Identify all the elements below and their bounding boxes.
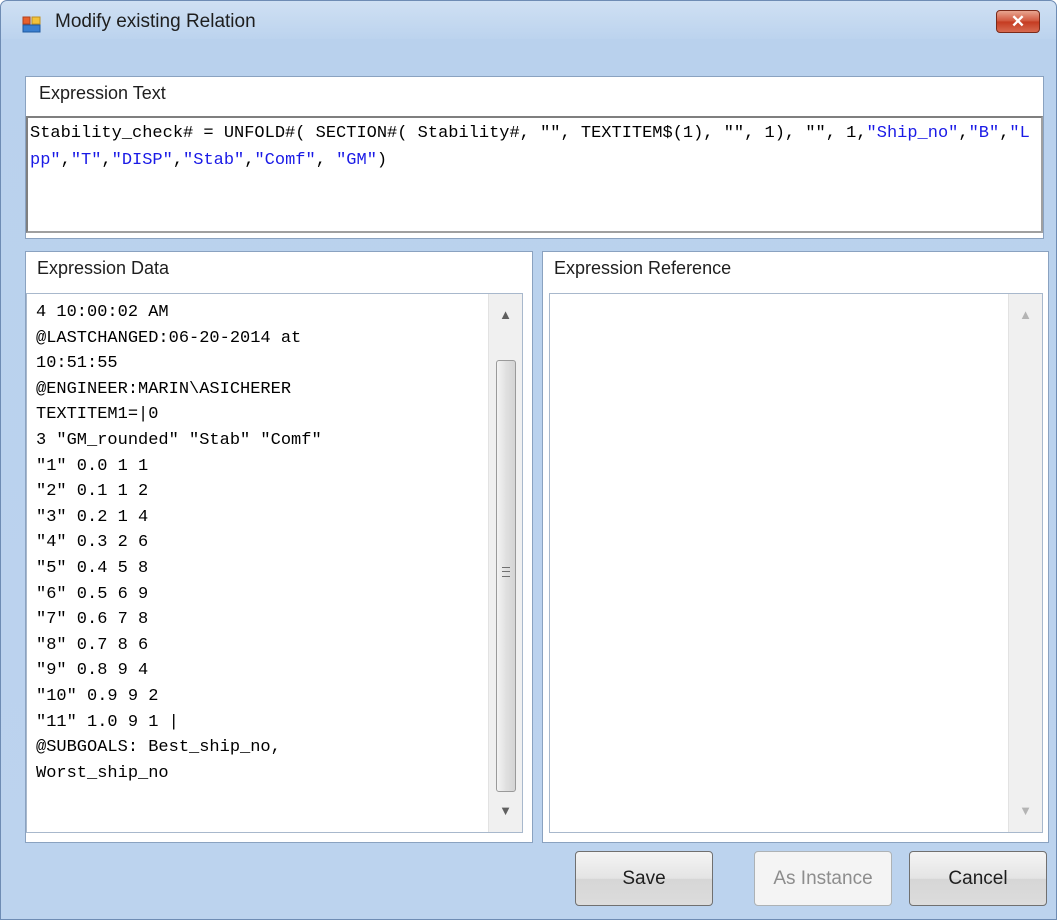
expression-data-scrollbar[interactable]: ▲ ▼	[488, 294, 522, 832]
scroll-up-arrow-icon: ▲	[1019, 307, 1032, 322]
cancel-button[interactable]: Cancel	[909, 851, 1047, 906]
expression-string-literal: "DISP"	[111, 151, 173, 170]
expression-data-line: "3" 0.2 1 4	[36, 507, 149, 527]
scroll-thumb[interactable]	[496, 360, 516, 792]
grip-icon	[502, 567, 510, 577]
expression-text-label: Expression Text	[39, 83, 166, 103]
expression-text-input[interactable]: Stability_check# = UNFOLD#( SECTION#( St…	[26, 116, 1043, 233]
expression-code-segment: ,	[244, 151, 255, 170]
expression-data-line: "4" 0.3 2 6	[36, 533, 149, 553]
expression-code-segment: Stability_check# = UNFOLD#( SECTION#( St…	[30, 124, 867, 143]
expression-data-line: 3 "GM_rounded" "Stab" "Comf"	[36, 430, 322, 450]
expression-data-content: 4 10:00:02 AM @LASTCHANGED:06-20-2014 at 1…	[36, 300, 496, 786]
expression-data-textbox[interactable]: 4 10:00:02 AM @LASTCHANGED:06-20-2014 at 1…	[26, 293, 523, 833]
scroll-down-arrow-icon[interactable]: ▼	[489, 796, 522, 826]
expression-data-line: TEXTITEM1=|0	[36, 405, 159, 425]
as-instance-button[interactable]: As Instance	[754, 851, 892, 906]
expression-code-segment: ,	[172, 151, 184, 170]
expression-string-literal: "T"	[70, 151, 102, 170]
expression-code-segment: ,	[999, 124, 1010, 143]
expression-data-line: "2" 0.1 1 2	[36, 482, 149, 502]
expression-code-segment: ,	[315, 151, 337, 170]
expression-data-line: @ENGINEER:MARIN\ASICHERER	[36, 379, 292, 399]
expression-string-literal: "Stab"	[183, 151, 245, 170]
expression-data-line: "10" 0.9 9 2	[36, 686, 159, 706]
expression-string-literal: "Ship_no"	[866, 124, 959, 143]
expression-data-line: "9" 0.8 9 4	[36, 661, 149, 681]
expression-reference-scrollbar: ▲ ▼	[1008, 294, 1042, 832]
scroll-down-arrow-icon: ▼	[1019, 803, 1032, 818]
close-icon: ✕	[1010, 12, 1026, 31]
window-title: Modify existing Relation	[55, 11, 256, 32]
form-icon	[22, 16, 41, 33]
expression-data-line: "7" 0.6 7 8	[36, 610, 149, 630]
dialog-window: Modify existing Relation ✕ Expression Te…	[0, 0, 1057, 920]
expression-reference-textbox[interactable]: ▲ ▼	[549, 293, 1043, 833]
expression-data-line: "8" 0.7 8 6	[36, 635, 149, 655]
expression-data-line: @LASTCHANGED:06-20-2014 at	[36, 328, 302, 348]
scroll-up-arrow-icon[interactable]: ▲	[489, 300, 522, 330]
expression-data-line: 10:51:55	[36, 354, 118, 374]
close-button[interactable]: ✕	[996, 10, 1040, 33]
expression-reference-label: Expression Reference	[554, 258, 732, 278]
expression-data-line: "11" 1.0 9 1 |	[36, 712, 179, 732]
title-bar[interactable]: Modify existing Relation ✕	[1, 1, 1056, 41]
expression-string-literal: "Comf"	[254, 151, 316, 170]
expression-code-segment: )	[376, 151, 388, 170]
expression-data-line: @SUBGOALS: Best_ship_no,	[36, 738, 281, 758]
expression-code-segment: ,	[958, 124, 969, 143]
expression-code-segment: ,	[101, 151, 112, 170]
save-button[interactable]: Save	[575, 851, 713, 906]
expression-data-label: Expression Data	[37, 258, 170, 278]
expression-string-literal: "B"	[968, 124, 1000, 143]
expression-data-line: "5" 0.4 5 8	[36, 558, 149, 578]
expression-string-literal: "GM"	[336, 151, 377, 170]
expression-data-line: Worst_ship_no	[36, 763, 169, 783]
expression-code-segment: ,	[60, 151, 71, 170]
expression-data-line: "6" 0.5 6 9	[36, 584, 149, 604]
expression-data-line: "1" 0.0 1 1	[36, 456, 149, 476]
expression-data-line: 4 10:00:02 AM	[36, 303, 169, 322]
